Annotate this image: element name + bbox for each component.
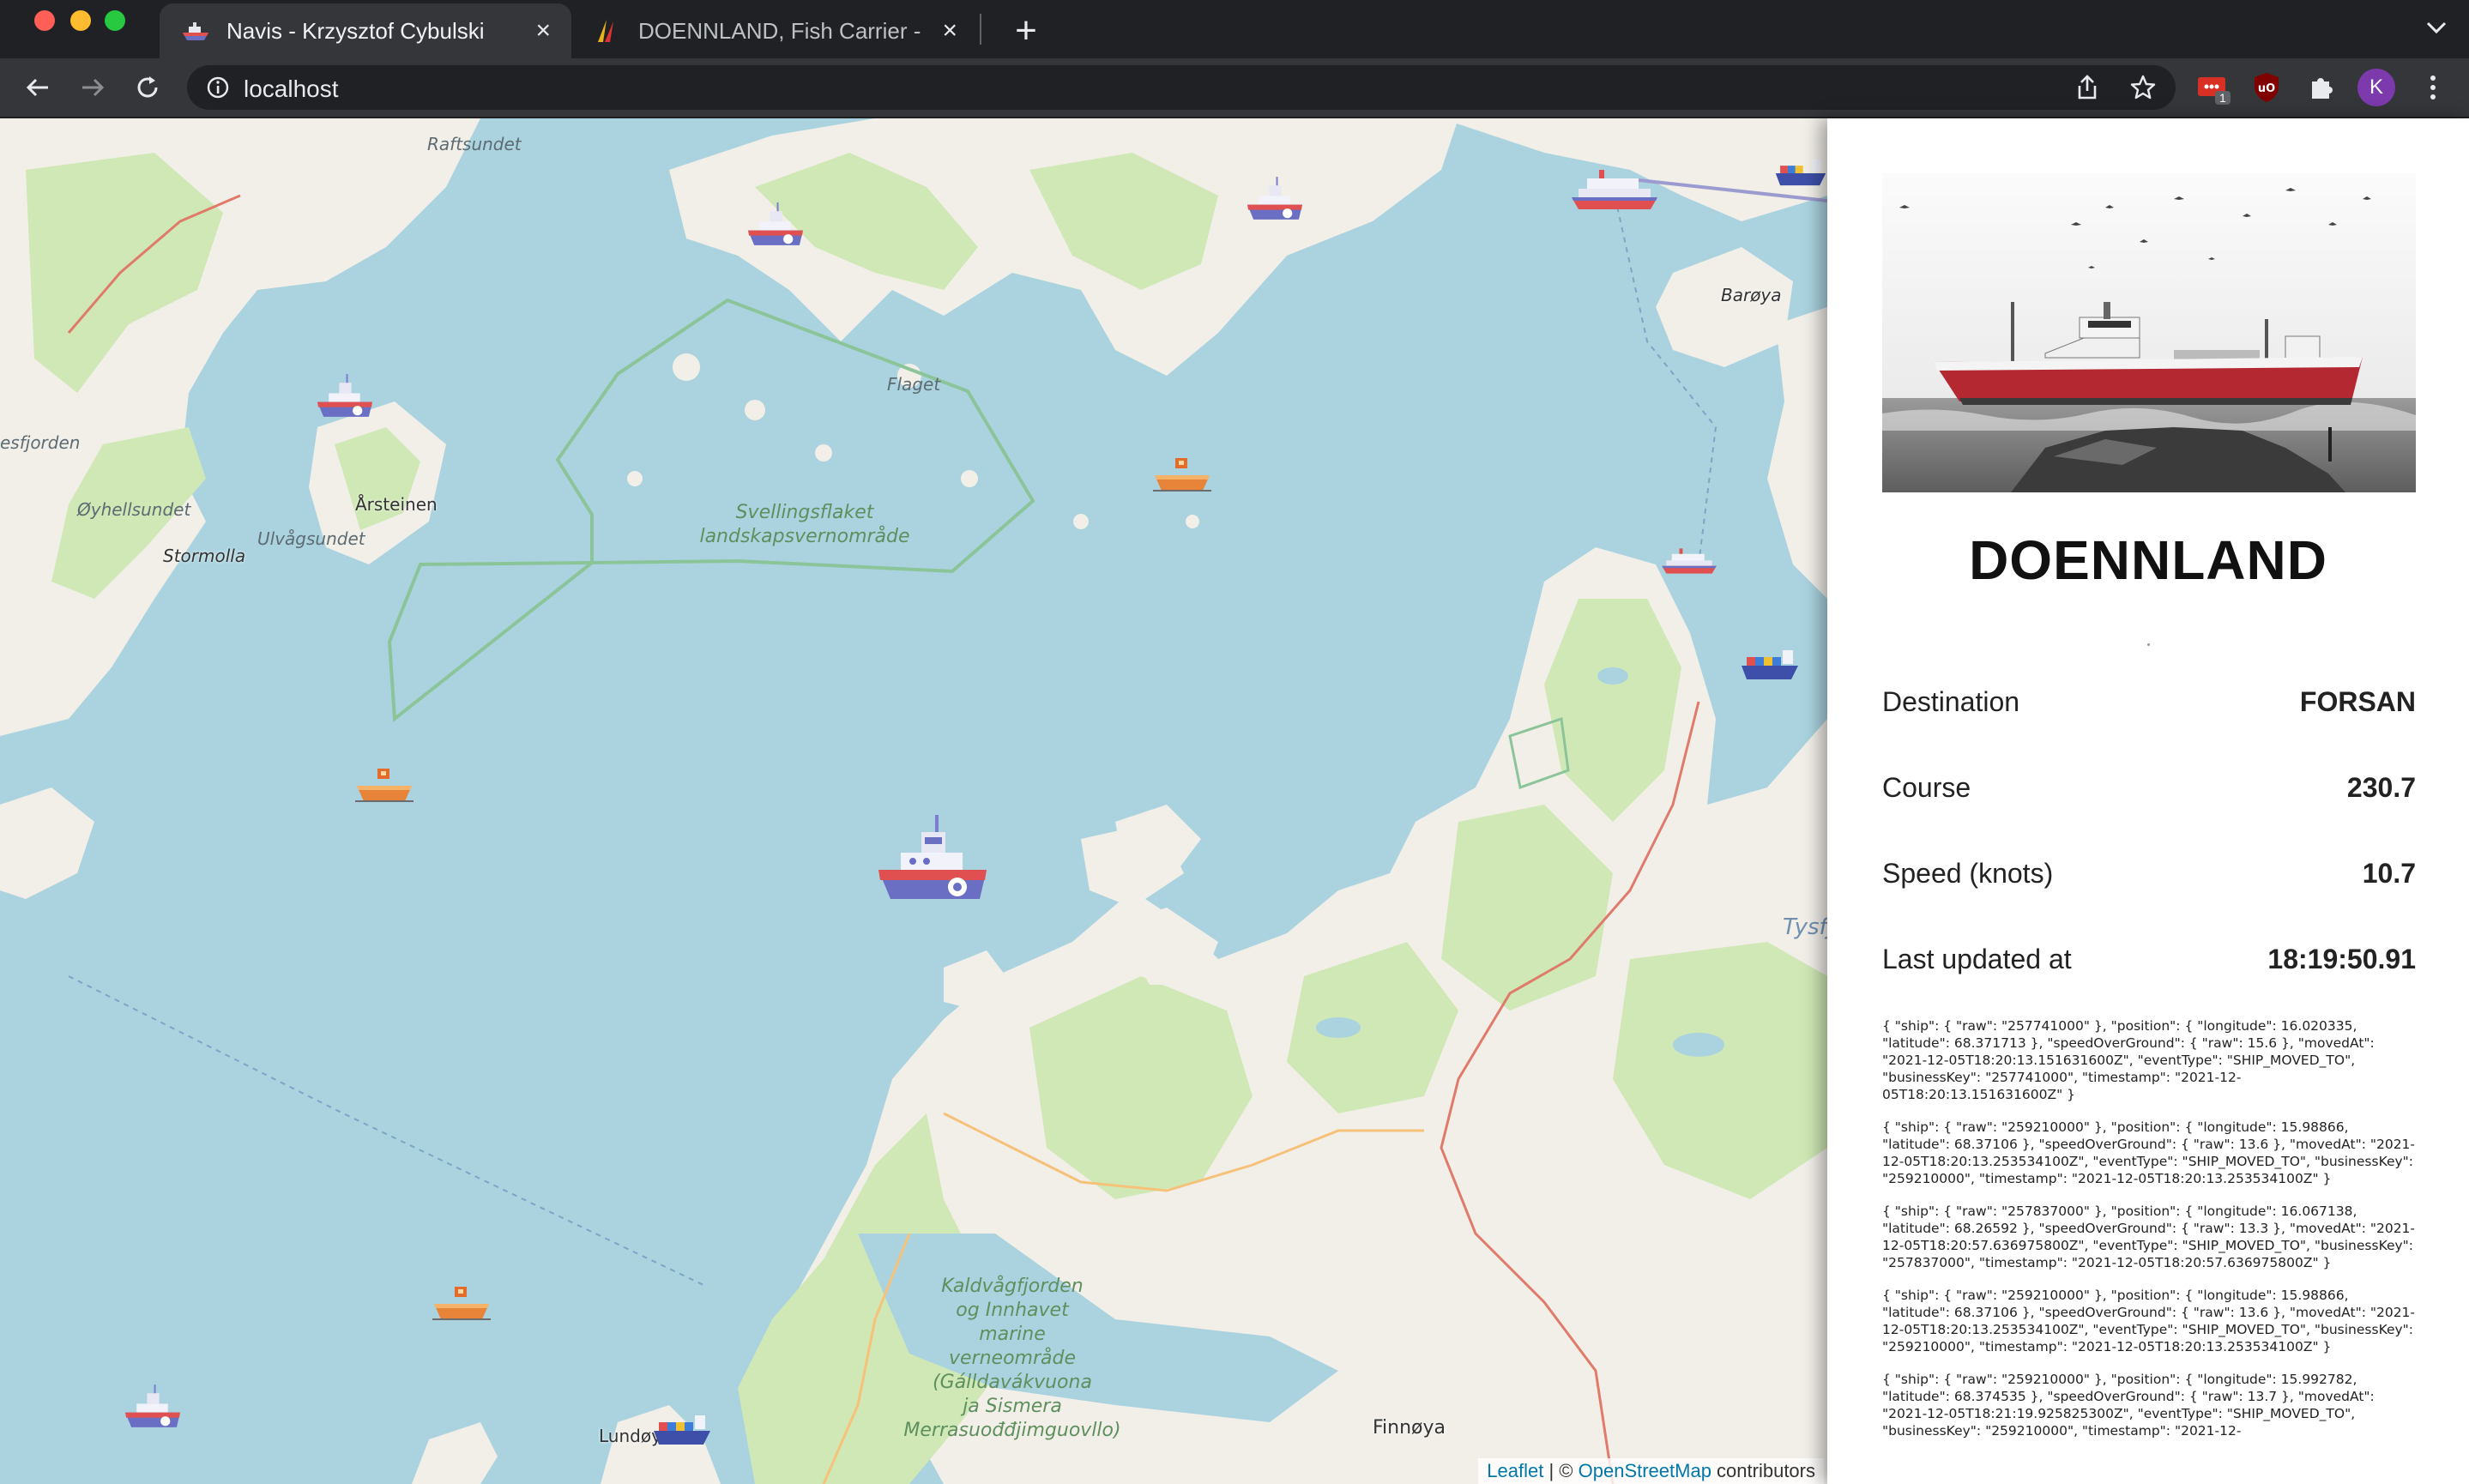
fishing-boat-icon[interactable] xyxy=(432,1285,491,1323)
map-attribution: Leaflet | © OpenStreetMap contributors xyxy=(1478,1458,1824,1484)
last-updated-label: Last updated at xyxy=(1882,944,2072,974)
tug-boat-icon[interactable] xyxy=(316,374,374,422)
ship-name-heading: DOENNLAND xyxy=(1969,529,2327,591)
url-text: localhost xyxy=(244,75,339,102)
tab-strip: Navis - Krzysztof Cybulski × DOENNLAND, … xyxy=(0,0,2469,58)
tab-separator xyxy=(980,14,981,45)
minimize-window-button[interactable] xyxy=(70,10,91,31)
new-tab-button[interactable]: + xyxy=(1002,7,1050,55)
map-label-tysfjord: Tysfj xyxy=(1783,914,1827,940)
event-entry: { "ship": { "raw": "257837000" }, "posit… xyxy=(1882,1203,2416,1270)
speed-value: 10.7 xyxy=(2362,858,2416,889)
speed-label: Speed (knots) xyxy=(1882,858,2054,889)
forward-button[interactable] xyxy=(72,67,113,108)
tug-boat-icon[interactable] xyxy=(746,202,805,250)
course-label: Course xyxy=(1882,772,1971,803)
map-label-flaget: Flaget xyxy=(887,374,941,395)
ferry-icon[interactable] xyxy=(1661,542,1717,580)
extensions-menu-button[interactable] xyxy=(2301,67,2342,108)
puzzle-piece-icon xyxy=(2312,78,2333,99)
map-label-raftsundet: Raftsundet xyxy=(427,134,522,154)
map-label-arsteinen: Årsteinen xyxy=(355,494,438,515)
fishing-boat-icon[interactable] xyxy=(355,767,414,805)
browser-toolbar: localhost 1 uO K xyxy=(0,58,2469,118)
map-label-esfjorden: esfjorden xyxy=(0,432,81,453)
leaflet-link[interactable]: Leaflet xyxy=(1487,1460,1543,1481)
ship-photo xyxy=(1882,173,2416,492)
close-tab-icon[interactable]: × xyxy=(942,16,957,45)
attribution-suffix: contributors xyxy=(1711,1460,1815,1481)
map-label-kaldvag: Kaldvågfjorden og Innhavet marine verneo… xyxy=(903,1276,1121,1441)
ship-details-panel: DOENNLAND Destination FORSAN Course 230.… xyxy=(1827,118,2469,1484)
extension-badge: 1 xyxy=(2215,91,2231,105)
tab-doennland[interactable]: DOENNLAND, Fish Carrier - Da × xyxy=(571,3,978,58)
event-entry: { "ship": { "raw": "257741000" }, "posit… xyxy=(1882,1018,2375,1102)
tab-search-chevron-icon[interactable] xyxy=(2421,12,2452,47)
tug-boat-icon[interactable] xyxy=(124,1384,182,1433)
browser-menu-button[interactable] xyxy=(2412,67,2454,108)
arrow-left-icon xyxy=(26,78,48,97)
event-entry: { "ship": { "raw": "259210000" }, "posit… xyxy=(1882,1372,2375,1439)
tab-navis[interactable]: Navis - Krzysztof Cybulski × xyxy=(160,3,571,58)
event-log: { "ship": { "raw": "257741000" }, "posit… xyxy=(1882,1017,2416,1455)
event-entry: { "ship": { "raw": "259210000" }, "posit… xyxy=(1882,1288,2416,1354)
panel-divider-dot xyxy=(2147,643,2150,646)
site-info-icon[interactable] xyxy=(206,75,230,104)
reload-icon xyxy=(137,76,158,98)
last-updated-value: 18:19:50.91 xyxy=(2267,944,2416,974)
map-label-oyhellsundet: Øyhellsundet xyxy=(77,499,191,520)
arrow-right-icon xyxy=(82,78,105,97)
last-updated-row: Last updated at 18:19:50.91 xyxy=(1882,935,2416,986)
bookmark-star-icon[interactable] xyxy=(2129,74,2157,106)
ship-favicon-icon xyxy=(180,15,211,46)
kebab-menu-icon xyxy=(2430,75,2436,100)
map-label-baroya: Barøya xyxy=(1721,285,1782,305)
ferry-icon[interactable] xyxy=(1570,166,1659,213)
avatar: K xyxy=(2357,69,2395,106)
tab-title: Navis - Krzysztof Cybulski xyxy=(226,17,485,44)
map-label-stormolla: Stormolla xyxy=(163,546,246,566)
fishing-boat-icon[interactable] xyxy=(1153,456,1211,494)
destination-row: Destination FORSAN xyxy=(1882,678,2416,729)
ublock-extension-button[interactable]: uO xyxy=(2246,67,2287,108)
reload-button[interactable] xyxy=(127,67,168,108)
profile-avatar[interactable]: K xyxy=(2356,67,2397,108)
openstreetmap-link[interactable]: OpenStreetMap xyxy=(1579,1460,1711,1481)
extension-button[interactable]: 1 xyxy=(2191,67,2232,108)
address-bar[interactable]: localhost xyxy=(187,65,2176,110)
cargo-ship-icon[interactable] xyxy=(1740,647,1800,685)
course-row: Course 230.7 xyxy=(1882,763,2416,815)
event-entry: { "ship": { "raw": "259210000" }, "posit… xyxy=(1882,1119,2416,1186)
svg-text:uO: uO xyxy=(2258,82,2275,95)
close-window-button[interactable] xyxy=(34,10,55,31)
attribution-separator: | © xyxy=(1543,1460,1579,1481)
ship-map[interactable]: Raftsundet Barøya Flaget esfjorden Øyhel… xyxy=(0,118,1827,1484)
cargo-ship-icon[interactable] xyxy=(652,1412,712,1450)
map-label-finnoya: Finnøya xyxy=(1373,1417,1446,1439)
selected-ship-marker[interactable] xyxy=(875,815,990,909)
share-icon[interactable] xyxy=(2074,74,2100,106)
maximize-window-button[interactable] xyxy=(105,10,125,31)
destination-label: Destination xyxy=(1882,686,2020,717)
back-button[interactable] xyxy=(17,67,58,108)
speed-row: Speed (knots) 10.7 xyxy=(1882,849,2416,901)
ublock-shield-icon: uO xyxy=(2255,73,2279,102)
destination-value: FORSAN xyxy=(2299,686,2416,717)
cargo-ship-icon[interactable] xyxy=(1774,154,1827,192)
tab-title: DOENNLAND, Fish Carrier - Da xyxy=(638,17,929,44)
map-label-svellingsflaket: Svellingsflaket landskapsvernområde xyxy=(699,502,910,547)
map-label-ulvagsundet: Ulvågsundet xyxy=(257,528,365,549)
tug-boat-icon[interactable] xyxy=(1246,177,1304,225)
marinetraffic-favicon-icon xyxy=(592,15,623,46)
close-tab-icon[interactable]: × xyxy=(535,16,551,45)
course-value: 230.7 xyxy=(2346,772,2416,803)
